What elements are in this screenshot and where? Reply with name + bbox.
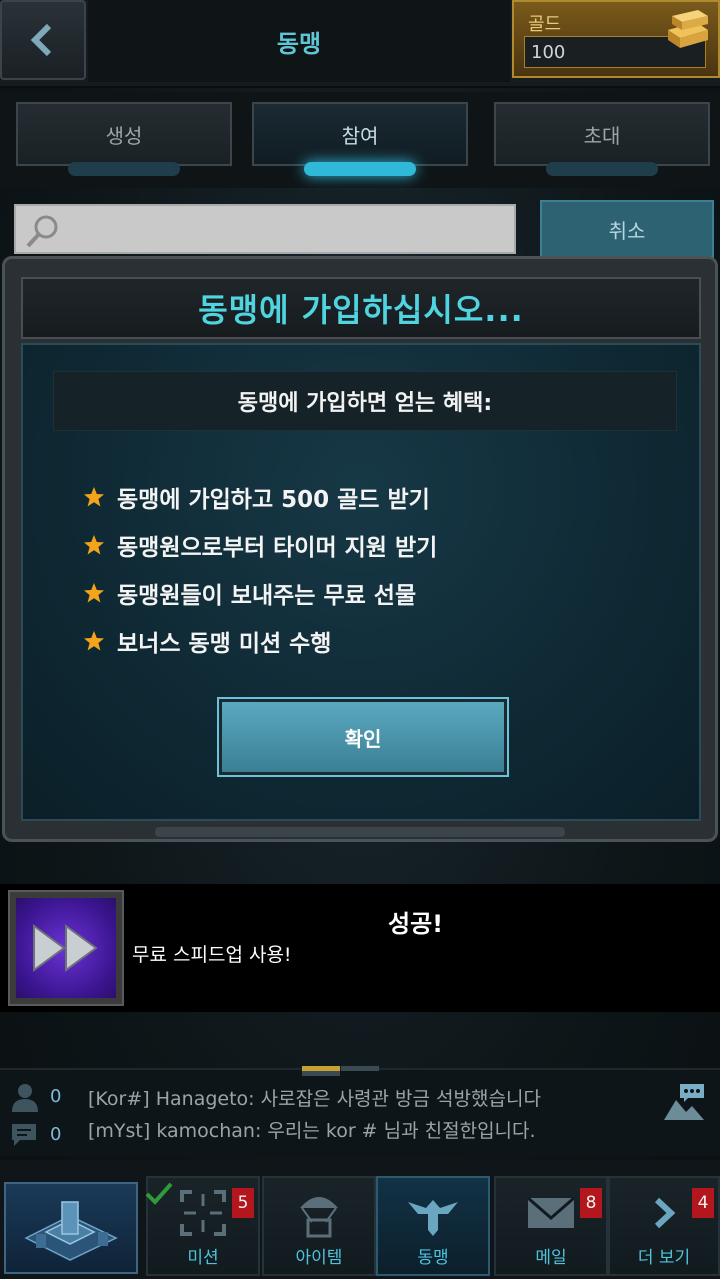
missions-badge: 5 bbox=[232, 1188, 254, 1218]
dialog-footer-trim bbox=[155, 827, 565, 837]
alliance-screen: 동맹 골드 100 생성 참여 초대 취소 동맹에 가입하십시오... 동맹에 … bbox=[0, 0, 720, 1279]
benefit-text: 보너스 동맹 미션 수행 bbox=[117, 631, 332, 657]
dialog-header: 동맹에 가입하십시오... bbox=[21, 277, 701, 339]
list-item: 동맹원들이 보내주는 무료 선물 bbox=[83, 569, 663, 617]
list-item: 동맹에 가입하고 500 골드 받기 bbox=[83, 473, 663, 521]
benefits-header: 동맹에 가입하면 얻는 혜택: bbox=[53, 371, 677, 431]
checkmark-icon bbox=[145, 1182, 173, 1205]
tab-create-label: 생성 bbox=[105, 123, 143, 148]
star-icon bbox=[84, 535, 104, 555]
chat-bubble-icon bbox=[12, 1124, 36, 1146]
tab-join-label: 참여 bbox=[341, 123, 379, 148]
nav-missions-label: 미션 bbox=[187, 1248, 219, 1268]
nav-items-label: 아이템 bbox=[295, 1248, 343, 1268]
benefit-text: 동맹에 가입하고 500 골드 받기 bbox=[117, 487, 430, 513]
gold-value: 100 bbox=[531, 42, 566, 63]
search-icon bbox=[26, 215, 58, 248]
gold-label: 골드 bbox=[528, 14, 562, 35]
tab-indicator-active bbox=[304, 162, 416, 176]
toast-icon-frame bbox=[8, 890, 124, 1006]
target-icon bbox=[180, 1190, 226, 1236]
back-button[interactable] bbox=[0, 0, 86, 80]
tab-invite-label: 초대 bbox=[583, 123, 621, 148]
chat-message: [mYst] kamochan: 우리는 kor # 님과 친절한입니다. bbox=[88, 1120, 536, 1142]
eagle-emblem-icon bbox=[408, 1200, 458, 1236]
benefit-text: 동맹원으로부터 타이머 지원 받기 bbox=[117, 535, 438, 561]
nav-more-label: 더 보기 bbox=[637, 1248, 691, 1268]
tab-create[interactable]: 생성 bbox=[16, 102, 232, 176]
chat-page-indicator bbox=[302, 1066, 418, 1076]
chevron-right-icon bbox=[654, 1197, 676, 1229]
toast-message: 무료 스피드업 사용! bbox=[132, 944, 292, 966]
star-icon bbox=[84, 583, 104, 603]
chat-message: [Kor#] Hanageto: 사로잡은 사령관 방금 석방했습니다 bbox=[88, 1088, 541, 1110]
map-chat-icon[interactable] bbox=[662, 1082, 706, 1122]
cancel-button[interactable]: 취소 bbox=[540, 200, 714, 258]
benefits-list: 동맹에 가입하고 500 골드 받기 동맹원으로부터 타이머 지원 받기 동맹원… bbox=[83, 473, 663, 665]
star-icon bbox=[84, 631, 104, 651]
user-icon bbox=[12, 1084, 38, 1112]
user-count: 0 bbox=[50, 1086, 62, 1107]
toast-title: 성공! bbox=[388, 910, 444, 938]
chat-page-dot bbox=[302, 1071, 340, 1076]
envelope-icon bbox=[527, 1196, 575, 1228]
chevron-left-icon bbox=[30, 23, 52, 57]
dialog-title: 동맹에 가입하십시오... bbox=[198, 291, 524, 329]
base-building-icon bbox=[24, 1201, 118, 1261]
join-alliance-dialog: 동맹에 가입하십시오... 동맹에 가입하면 얻는 혜택: 동맹에 가입하고 5… bbox=[2, 256, 718, 842]
more-badge: 4 bbox=[692, 1188, 714, 1218]
nav-alliance[interactable]: 동맹 bbox=[376, 1176, 490, 1276]
dialog-body: 동맹에 가입하면 얻는 혜택: 동맹에 가입하고 500 골드 받기 동맹원으로… bbox=[21, 343, 701, 821]
nav-mail[interactable]: 8 메일 bbox=[494, 1176, 608, 1276]
message-count: 0 bbox=[50, 1124, 62, 1145]
tab-bar: 생성 참여 초대 bbox=[0, 92, 720, 188]
gold-panel[interactable]: 골드 100 bbox=[512, 0, 720, 78]
nav-alliance-label: 동맹 bbox=[417, 1248, 449, 1268]
nav-items[interactable]: 아이템 bbox=[262, 1176, 376, 1276]
bottom-nav: 5 미션 아이템 동맹 8 메일 4 더 보기 bbox=[0, 1160, 720, 1279]
tab-invite[interactable]: 초대 bbox=[494, 102, 710, 176]
page-title: 동맹 bbox=[88, 0, 510, 82]
nav-mail-label: 메일 bbox=[535, 1248, 567, 1268]
tab-indicator bbox=[68, 162, 180, 176]
star-icon bbox=[84, 487, 104, 507]
parachute-crate-icon bbox=[300, 1197, 338, 1238]
gold-bars-icon bbox=[668, 10, 708, 48]
mail-badge: 8 bbox=[580, 1188, 602, 1218]
top-bar: 동맹 골드 100 bbox=[0, 0, 720, 88]
chat-panel[interactable]: 0 0 [Kor#] Hanageto: 사로잡은 사령관 방금 석방했습니다 … bbox=[0, 1066, 720, 1156]
tab-indicator bbox=[546, 162, 658, 176]
chat-page-dot bbox=[341, 1066, 379, 1071]
success-toast: 성공! 무료 스피드업 사용! bbox=[0, 884, 720, 1012]
list-item: 동맹원으로부터 타이머 지원 받기 bbox=[83, 521, 663, 569]
fast-forward-icon bbox=[33, 924, 98, 972]
list-item: 보너스 동맹 미션 수행 bbox=[83, 617, 663, 665]
nav-more[interactable]: 4 더 보기 bbox=[608, 1176, 720, 1276]
confirm-button[interactable]: 확인 bbox=[217, 697, 509, 777]
search-input[interactable] bbox=[14, 204, 516, 254]
base-button[interactable] bbox=[4, 1182, 138, 1274]
tab-join[interactable]: 참여 bbox=[252, 102, 468, 176]
benefit-text: 동맹원들이 보내주는 무료 선물 bbox=[117, 583, 417, 609]
